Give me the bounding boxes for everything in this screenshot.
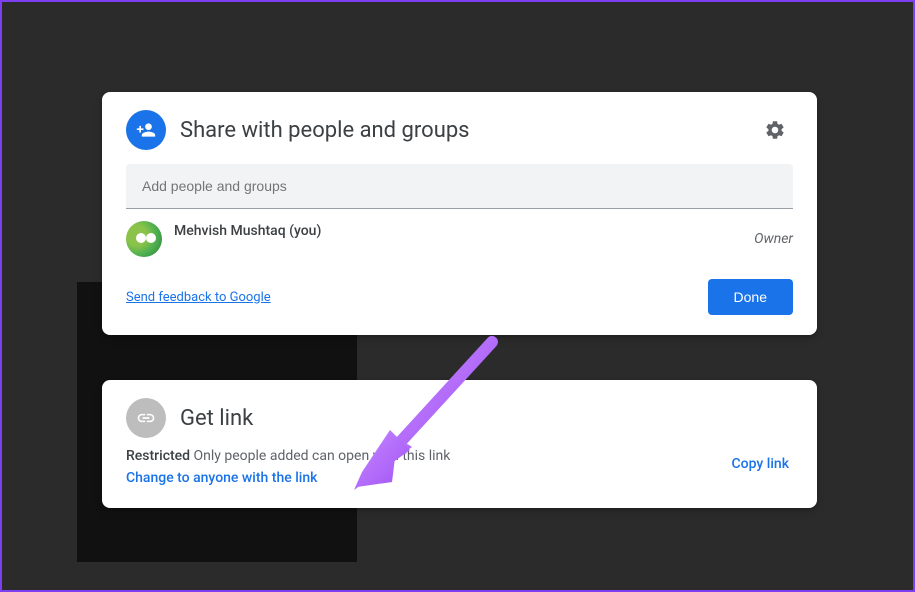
settings-button[interactable]: [757, 112, 793, 148]
gear-icon: [764, 119, 786, 141]
feedback-link[interactable]: Send feedback to Google: [126, 290, 271, 305]
person-role: Owner: [754, 231, 793, 247]
avatar: [126, 221, 162, 257]
share-header: Share with people and groups: [102, 92, 817, 164]
restricted-description: Restricted Only people added can open wi…: [126, 448, 708, 464]
get-link-dialog: Get link Restricted Only people added ca…: [102, 380, 817, 508]
share-title: Share with people and groups: [180, 118, 757, 143]
add-people-input[interactable]: [126, 164, 793, 209]
change-access-link[interactable]: Change to anyone with the link: [126, 470, 317, 486]
share-dialog: Share with people and groups Mehvish Mus…: [102, 92, 817, 335]
link-text-column: Restricted Only people added can open wi…: [126, 448, 728, 486]
person-add-icon: [126, 110, 166, 150]
link-header: Get link: [102, 380, 817, 448]
person-email-redacted: [174, 243, 364, 255]
person-info: Mehvish Mushtaq (you): [174, 223, 754, 255]
person-name: Mehvish Mushtaq (you): [174, 223, 754, 239]
link-body: Restricted Only people added can open wi…: [102, 448, 817, 508]
done-button[interactable]: Done: [708, 279, 793, 315]
restricted-text: Only people added can open with this lin…: [190, 448, 450, 464]
link-title: Get link: [180, 406, 253, 431]
restricted-label: Restricted: [126, 448, 190, 464]
copy-link-button[interactable]: Copy link: [728, 448, 793, 480]
link-icon: [126, 398, 166, 438]
share-footer: Send feedback to Google Done: [102, 265, 817, 335]
person-row: Mehvish Mushtaq (you) Owner: [102, 209, 817, 265]
